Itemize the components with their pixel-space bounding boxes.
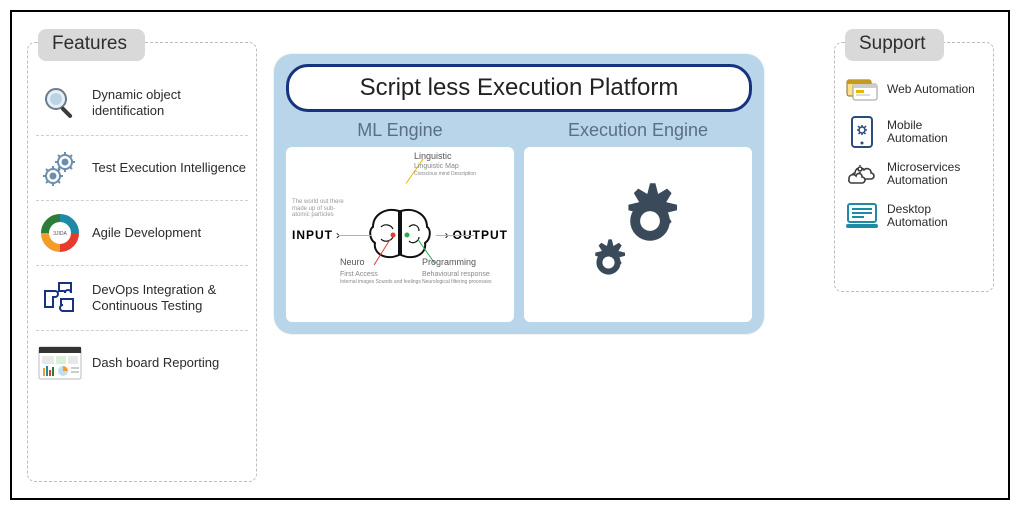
support-list: Web Automation Mobile Automation bbox=[835, 43, 993, 245]
ml-engine-body: The world out there made up of sub-atomi… bbox=[286, 147, 514, 322]
desktop-icon bbox=[845, 199, 879, 233]
feature-label: Test Execution Intelligence bbox=[92, 160, 246, 176]
feature-item: Dynamic object identification bbox=[36, 71, 248, 136]
support-item: Mobile Automation bbox=[843, 111, 985, 153]
feature-label: Agile Development bbox=[92, 225, 201, 241]
platform-card: Script less Execution Platform ML Engine… bbox=[274, 54, 764, 334]
agile-icon: 3JIDA bbox=[38, 211, 82, 255]
ml-label-first-access: First Access bbox=[340, 271, 378, 278]
feature-item: Test Execution Intelligence bbox=[36, 136, 248, 201]
feature-item: Dash board Reporting bbox=[36, 331, 248, 395]
support-label: Microservices Automation bbox=[887, 161, 983, 187]
support-label: Web Automation bbox=[887, 83, 975, 96]
feature-label: DevOps Integration & Continuous Testing bbox=[92, 282, 246, 313]
feature-item: DevOps Integration & Continuous Testing bbox=[36, 266, 248, 331]
support-item: Microservices Automation bbox=[843, 153, 985, 195]
features-list: Dynamic object identification Test Execu… bbox=[28, 43, 256, 403]
gears-icon bbox=[38, 146, 82, 190]
ml-label-behavioural: Behavioural response bbox=[422, 271, 490, 278]
support-title: Support bbox=[845, 29, 944, 61]
feature-label: Dash board Reporting bbox=[92, 355, 219, 371]
exec-engine-title: Execution Engine bbox=[524, 116, 752, 147]
support-label: Desktop Automation bbox=[887, 203, 983, 229]
svg-text:3JIDA: 3JIDA bbox=[53, 231, 67, 237]
platform-title: Script less Execution Platform bbox=[286, 64, 752, 112]
ml-label-behavioural-sub: Neurological filtering processes bbox=[422, 279, 491, 285]
ml-input-note: The world out there made up of sub-atomi… bbox=[292, 199, 352, 219]
ml-label-linguistic: Linguistic bbox=[414, 151, 452, 161]
ml-input-label: INPUT› bbox=[292, 228, 344, 242]
features-panel: Features Dynamic object identification bbox=[27, 42, 257, 482]
puzzle-icon bbox=[38, 276, 82, 320]
exec-engine-body bbox=[524, 147, 752, 322]
ml-label-neuro: Neuro bbox=[340, 257, 365, 267]
support-item: Web Automation bbox=[843, 69, 985, 111]
mobile-icon bbox=[845, 115, 879, 149]
ml-diagram: The world out there made up of sub-atomi… bbox=[286, 147, 514, 322]
web-icon bbox=[845, 73, 879, 107]
ml-connector bbox=[338, 235, 372, 236]
brain-icon bbox=[365, 205, 435, 265]
ml-engine-col: ML Engine The world out there made up of… bbox=[286, 116, 514, 322]
engines-row: ML Engine The world out there made up of… bbox=[286, 116, 752, 322]
features-title: Features bbox=[38, 29, 145, 61]
support-item: Desktop Automation bbox=[843, 195, 985, 237]
feature-label: Dynamic object identification bbox=[92, 87, 246, 118]
gear-icon bbox=[581, 235, 636, 290]
support-panel: Support Web Automation bbox=[834, 42, 994, 292]
ml-engine-title: ML Engine bbox=[286, 116, 514, 147]
dashboard-icon bbox=[38, 341, 82, 385]
exec-engine-col: Execution Engine bbox=[524, 116, 752, 322]
ml-label-programming: Programming bbox=[422, 257, 476, 267]
cloud-icon bbox=[845, 157, 879, 191]
ml-connector bbox=[436, 235, 474, 236]
diagram-frame: Features Dynamic object identification bbox=[10, 10, 1010, 500]
gears-graphic bbox=[563, 170, 713, 300]
magnifier-icon bbox=[38, 81, 82, 125]
ml-label-linguistic-map: Linguistic Map bbox=[414, 163, 459, 170]
ml-label-first-access-sub: Internal images Sounds and feelings bbox=[340, 279, 421, 285]
feature-item: 3JIDA Agile Development bbox=[36, 201, 248, 266]
ml-label-linguistic-sub: Conscious mind Description bbox=[414, 171, 476, 177]
support-label: Mobile Automation bbox=[887, 119, 983, 145]
